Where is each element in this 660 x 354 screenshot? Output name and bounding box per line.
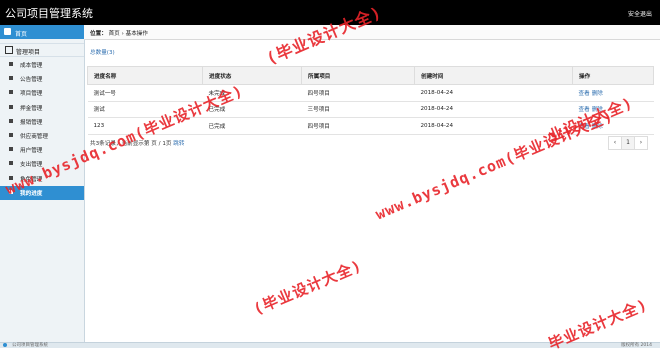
sidebar-home[interactable]: 首页: [0, 25, 84, 39]
sidebar-item-expense[interactable]: 支出管理: [0, 157, 84, 171]
app-title: 公司项目管理系统: [5, 7, 93, 20]
table-row: 测试 已完成 三号项目 2018-04-24 查看 删除: [87, 101, 654, 118]
col-header-actions: 操作: [572, 66, 654, 85]
pagination-controls: ‹ 1 ›: [608, 136, 648, 150]
cell-created: 2018-04-24: [414, 101, 573, 118]
cell-project: 三号项目: [301, 101, 415, 118]
col-header-project: 所属项目: [301, 66, 415, 85]
list-icon: [9, 147, 13, 152]
sidebar-item-supplier[interactable]: 供应商管理: [0, 129, 84, 143]
edit-icon: [5, 46, 13, 54]
col-header-status: 进度状态: [202, 66, 302, 85]
col-header-name: 进度名称: [87, 66, 203, 85]
delete-link[interactable]: 删除: [592, 107, 603, 113]
sidebar: 首页 管理项目 成本管理 公告管理 项目管理 押金管理 报销管理 供应商管理 用…: [0, 25, 85, 342]
list-icon: [9, 118, 13, 123]
sidebar-menu: 成本管理 公告管理 项目管理 押金管理 报销管理 供应商管理 用户管理 支出管理…: [0, 58, 84, 200]
sidebar-home-label: 首页: [15, 31, 28, 38]
breadcrumb-prefix: 位置：: [90, 31, 107, 37]
list-icon: [9, 161, 13, 166]
sidebar-item-label: 我的进度: [20, 190, 43, 197]
cell-created: 2018-04-24: [414, 117, 573, 135]
sidebar-item-label: 支出管理: [20, 162, 43, 169]
cell-name: 测试: [87, 101, 203, 118]
sidebar-item-label: 项目管理: [20, 91, 43, 98]
cell-project: 四号项目: [301, 117, 415, 135]
sidebar-item-role[interactable]: 角色管理: [0, 172, 84, 186]
sidebar-item-cost[interactable]: 成本管理: [0, 58, 84, 72]
footer-bar: 公司项目管理系统 版权所有 2014: [0, 342, 660, 348]
info-icon: [3, 343, 7, 347]
sidebar-item-notice[interactable]: 公告管理: [0, 72, 84, 86]
view-link[interactable]: 查看: [579, 107, 590, 113]
total-count-link[interactable]: 总数量(3): [90, 48, 115, 56]
list-icon: [9, 104, 13, 109]
list-icon: [9, 90, 13, 95]
sidebar-item-progress[interactable]: 我的进度: [0, 185, 84, 200]
cell-actions: 查看 删除: [572, 101, 654, 118]
sidebar-group-label: 管理项目: [16, 49, 41, 56]
current-page-button[interactable]: 1: [621, 136, 635, 150]
cell-actions: 查看 删除: [572, 117, 654, 135]
page-jump-link[interactable]: 跳转: [173, 141, 184, 147]
cell-name: 测试一号: [87, 84, 203, 102]
sidebar-item-project[interactable]: 项目管理: [0, 86, 84, 100]
sidebar-group-title[interactable]: 管理项目: [0, 43, 84, 57]
sidebar-item-label: 供应商管理: [20, 133, 48, 140]
table-row: 123 已完成 四号项目 2018-04-24 查看 删除: [87, 117, 654, 135]
table-row: 测试一号 未完成 四号项目 2018-04-24 查看 删除: [87, 84, 654, 102]
sidebar-item-label: 报销管理: [20, 119, 43, 126]
prev-page-button[interactable]: ‹: [608, 136, 622, 150]
pagination-page-info: 页 / 1页: [151, 141, 172, 147]
footer-left-text: 公司项目管理系统: [12, 343, 48, 348]
view-link[interactable]: 查看: [579, 91, 590, 97]
breadcrumb-separator: ›: [121, 31, 124, 37]
logout-link[interactable]: 安全退出: [628, 9, 652, 18]
pagination-summary: 共3条记录，当前显示第 页 / 1页 跳转: [90, 139, 184, 147]
progress-table: 进度名称 进度状态 所属项目 创建时间 操作 测试一号 未完成 四号项目 201…: [87, 66, 654, 135]
sidebar-item-label: 角色管理: [20, 176, 43, 183]
home-icon: [4, 28, 11, 35]
sidebar-item-user[interactable]: 用户管理: [0, 143, 84, 157]
sidebar-item-label: 成本管理: [20, 63, 43, 69]
list-icon: [9, 62, 13, 66]
breadcrumb-home[interactable]: 首页: [109, 31, 120, 37]
breadcrumb-current[interactable]: 基本操作: [126, 31, 148, 37]
cell-created: 2018-04-24: [414, 84, 573, 102]
cell-project: 四号项目: [301, 84, 415, 102]
cell-status: 已完成: [202, 101, 302, 118]
cell-status: 未完成: [202, 84, 302, 102]
breadcrumb: 位置： 首页 › 基本操作: [84, 25, 660, 40]
list-icon: [9, 76, 13, 81]
footer-right-text: 版权所有 2014: [621, 343, 652, 348]
delete-link[interactable]: 删除: [592, 124, 603, 130]
delete-link[interactable]: 删除: [592, 91, 603, 97]
view-link[interactable]: 查看: [579, 124, 590, 130]
pagination-summary-text: 共3条记录，当前显示第: [90, 141, 150, 147]
cell-actions: 查看 删除: [572, 84, 654, 102]
sidebar-item-reimbursement[interactable]: 报销管理: [0, 115, 84, 129]
col-header-created: 创建时间: [414, 66, 573, 85]
sidebar-item-label: 押金管理: [20, 105, 43, 112]
watermark: (毕业设计大全): [250, 256, 365, 319]
list-icon: [9, 132, 13, 137]
next-page-button[interactable]: ›: [634, 136, 648, 150]
top-bar: 公司项目管理系统 安全退出: [0, 0, 660, 25]
sidebar-item-deposit[interactable]: 押金管理: [0, 101, 84, 115]
list-icon: [9, 189, 13, 194]
sidebar-item-label: 公告管理: [20, 77, 43, 84]
cell-status: 已完成: [202, 117, 302, 135]
sidebar-item-label: 用户管理: [20, 148, 43, 155]
list-icon: [9, 175, 13, 180]
table-header-row: 进度名称 进度状态 所属项目 创建时间 操作: [87, 66, 654, 85]
cell-name: 123: [87, 117, 203, 135]
